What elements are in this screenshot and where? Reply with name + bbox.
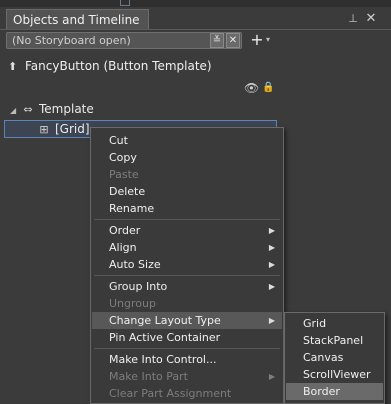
close-icon[interactable]: ✕ <box>364 12 378 26</box>
menu-item-copy[interactable]: Copy <box>92 149 282 166</box>
menu-item-group-into[interactable]: Group Into ▶ <box>92 278 282 295</box>
top-strip-mark <box>120 0 130 6</box>
menu-item-paste: Paste <box>109 168 139 181</box>
submenu-item-grid[interactable]: Grid <box>286 315 383 332</box>
submenu-item-canvas[interactable]: Canvas <box>286 349 383 366</box>
submenu-arrow-icon: ▶ <box>268 226 275 235</box>
menu-item-pin-active-container[interactable]: Pin Active Container <box>92 329 282 346</box>
menu-separator <box>94 219 280 220</box>
tab-divider <box>0 29 391 30</box>
template-header: ⬆ FancyButton (Button Template) <box>8 58 212 74</box>
submenu-arrow-icon: ▶ <box>268 316 275 325</box>
menu-item-clear-part-assignment: Clear Part Assignment <box>109 387 232 400</box>
submenu-item-border[interactable]: Border <box>286 383 383 400</box>
submenu-item-stackpanel[interactable]: StackPanel <box>286 332 383 349</box>
submenu-arrow-icon: ▶ <box>268 260 275 269</box>
up-arrow-icon[interactable]: ⬆ <box>8 59 20 75</box>
submenu-arrow-icon: ▶ <box>268 372 275 381</box>
menu-item-delete[interactable]: Delete <box>92 183 282 200</box>
template-icon: ⇔ <box>23 103 33 116</box>
eye-icon[interactable]: 👁 <box>244 82 259 94</box>
menu-item-ungroup: Ungroup <box>109 297 156 310</box>
menu-item-align[interactable]: Align ▶ <box>92 239 282 256</box>
add-storyboard-icon[interactable]: + <box>250 31 264 49</box>
menu-item-cut[interactable]: Cut <box>92 132 282 149</box>
tree-item-grid[interactable]: ⊞ [Grid] <box>36 121 90 137</box>
chevron-down-icon[interactable]: ▾ <box>266 33 276 47</box>
menu-separator <box>94 348 280 349</box>
menu-item-auto-size[interactable]: Auto Size ▶ <box>92 256 282 273</box>
grid-icon: ⊞ <box>39 123 49 136</box>
pin-icon[interactable]: ⊥ <box>346 12 360 26</box>
submenu-arrow-icon: ▶ <box>268 282 275 291</box>
storyboard-dropdown-icon[interactable]: ≚ <box>210 33 224 48</box>
menu-item-make-into-control[interactable]: Make Into Control... <box>92 351 282 368</box>
layout-type-submenu: Grid StackPanel Canvas ScrollViewer Bord… <box>284 312 385 404</box>
panel-tab-title[interactable]: Objects and Timeline <box>6 9 149 29</box>
lock-icon[interactable]: 🔒 <box>262 82 274 94</box>
top-strip <box>0 0 391 7</box>
storyboard-select[interactable]: (No Storyboard open) <box>6 32 242 49</box>
submenu-arrow-icon: ▶ <box>268 243 275 252</box>
menu-separator <box>94 275 280 276</box>
tree-item-label: Template <box>39 102 94 116</box>
template-title: FancyButton (Button Template) <box>25 59 212 73</box>
storyboard-close-icon[interactable]: ✕ <box>226 33 240 48</box>
tree-item-label: [Grid] <box>55 122 90 136</box>
submenu-item-scrollviewer[interactable]: ScrollViewer <box>286 366 383 383</box>
menu-item-make-into-part: Make Into Part ▶ <box>109 370 275 383</box>
context-menu: Cut Copy Paste Delete Rename Order ▶ Alig… <box>90 127 284 404</box>
menu-item-order[interactable]: Order ▶ <box>92 222 282 239</box>
expand-arrow-icon[interactable]: ◢ <box>10 103 20 119</box>
menu-item-rename[interactable]: Rename <box>92 200 282 217</box>
tree-item-template[interactable]: ◢ ⇔ Template <box>10 101 94 117</box>
menu-item-change-layout-type[interactable]: Change Layout Type ▶ <box>92 312 282 329</box>
